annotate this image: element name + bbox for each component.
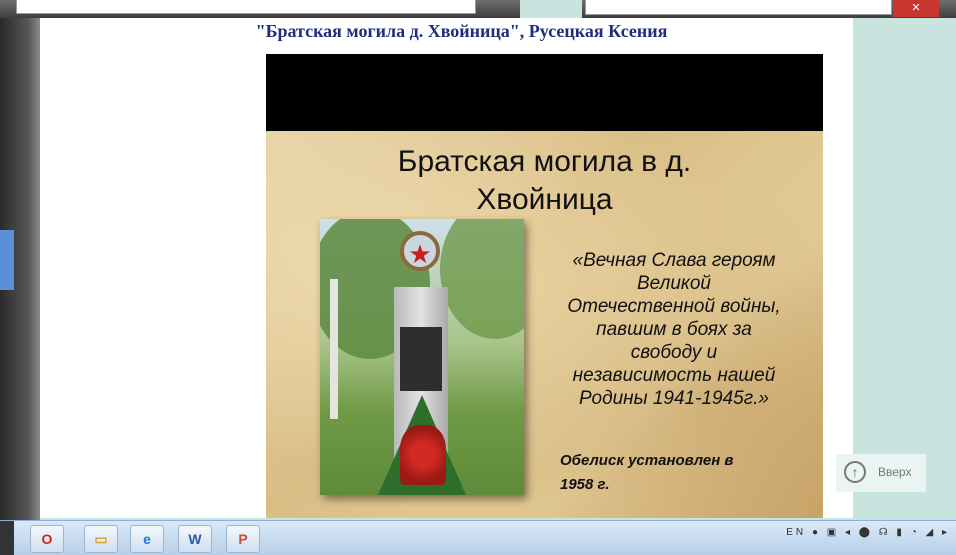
arrow-up-circle-icon: ↑: [844, 461, 866, 483]
opera-icon[interactable]: O: [30, 525, 64, 553]
quote-line: павшим в боях за: [596, 319, 752, 340]
slide-title-line2: Хвойница: [476, 183, 613, 216]
background-window-accent: [0, 230, 14, 290]
memorial-quote: «Вечная Слава героям Великой Отечественн…: [540, 249, 808, 410]
scroll-up-button[interactable]: ↑ Вверх: [836, 454, 926, 492]
obelisk-note: Обелиск установлен в 1958 г.: [560, 449, 800, 497]
slide-body: Братская могила в д. Хвойница ★ «Вечная …: [266, 131, 823, 518]
browser-chrome: ✕: [0, 0, 956, 18]
quote-line: Великой: [637, 273, 711, 294]
language-indicator[interactable]: EN: [786, 527, 806, 538]
tree-shape: [440, 219, 524, 339]
search-bar[interactable]: [585, 0, 892, 15]
presentation-slide[interactable]: Братская могила в д. Хвойница ★ «Вечная …: [266, 54, 823, 518]
explorer-folder-icon[interactable]: ▭: [84, 525, 118, 553]
quote-line: свободу и: [630, 342, 718, 363]
internet-explorer-icon[interactable]: e: [130, 525, 164, 553]
quote-line: независимость нашей: [572, 365, 776, 386]
slide-header-black: [266, 54, 823, 131]
tray-icons[interactable]: ● ▣ ◂ ⬤ ☊ ▮ ◔ ◢ ▸: [812, 527, 950, 538]
taskbar-edge: [0, 521, 14, 555]
birch-trunk: [330, 279, 338, 419]
page-content: "Братская могила д. Хвойница", Русецкая …: [40, 18, 853, 518]
scroll-up-label: Вверх: [878, 465, 912, 479]
memorial-plaque: [400, 327, 442, 391]
slide-title: Братская могила в д. Хвойница: [266, 143, 823, 219]
flowers-shape: [400, 425, 446, 485]
page-title: "Братская могила д. Хвойница", Русецкая …: [255, 21, 668, 41]
quote-line: Отечественной войны,: [567, 296, 781, 317]
system-tray[interactable]: EN ● ▣ ◂ ⬤ ☊ ▮ ◔ ◢ ▸: [786, 527, 950, 538]
address-bar[interactable]: [16, 0, 476, 14]
red-star-icon: ★: [400, 231, 440, 271]
quote-line: «Вечная Слава героям: [572, 250, 776, 271]
monument-photo: ★: [320, 219, 524, 495]
quote-line: Родины 1941-1945г.»: [579, 388, 769, 409]
close-button[interactable]: ✕: [893, 0, 939, 17]
note-line: 1958 г.: [560, 476, 610, 493]
taskbar: O ▭ e W P EN ● ▣ ◂ ⬤ ☊ ▮ ◔ ◢ ▸: [0, 520, 956, 555]
chrome-gap: [520, 0, 582, 18]
powerpoint-icon[interactable]: P: [226, 525, 260, 553]
note-line: Обелиск установлен в: [560, 452, 734, 469]
slide-title-line1: Братская могила в д.: [397, 145, 692, 178]
background-window-strip: [0, 0, 40, 520]
word-icon[interactable]: W: [178, 525, 212, 553]
